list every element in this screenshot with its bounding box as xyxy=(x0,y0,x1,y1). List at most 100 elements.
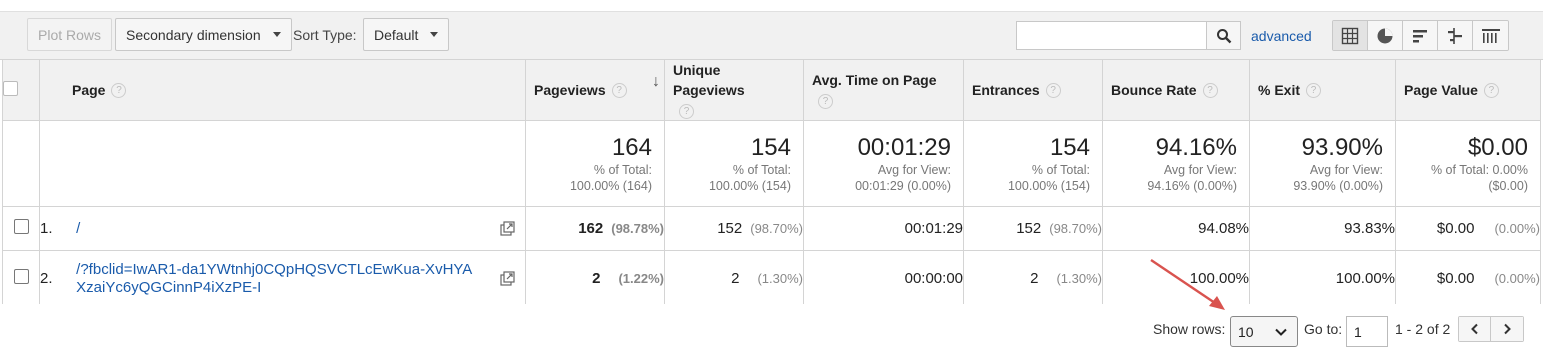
page-value-pct: (0.00%) xyxy=(1494,271,1540,286)
unique-cell: 152 (98.70%) xyxy=(664,206,804,251)
help-icon[interactable]: ? xyxy=(1202,83,1218,99)
table-view-button[interactable] xyxy=(1333,21,1368,50)
sort-type-value: Default xyxy=(374,26,419,43)
row-checkbox-cell xyxy=(2,206,40,251)
help-icon[interactable]: ? xyxy=(818,93,833,109)
header-page[interactable]: Page? xyxy=(39,59,526,121)
header-entrances[interactable]: Entrances? xyxy=(963,59,1103,121)
pagination-footer: Show rows: 10 Go to: 1 1 - 2 of 2 xyxy=(0,304,1543,348)
chevron-left-icon xyxy=(1470,323,1478,335)
header-pageviews[interactable]: Pageviews? ↓ xyxy=(525,59,665,121)
total-value: 164 xyxy=(611,133,652,161)
help-icon[interactable]: ? xyxy=(111,83,127,99)
entrances-cell: 2 (1.30%) xyxy=(963,250,1103,307)
unique-value: 2 xyxy=(731,270,740,287)
advanced-link[interactable]: advanced xyxy=(1251,28,1312,44)
unique-pct: (1.30%) xyxy=(757,271,803,286)
page-link[interactable]: / xyxy=(76,220,481,238)
comparison-view-button[interactable] xyxy=(1438,21,1473,50)
page-value: $0.00 xyxy=(1436,220,1475,237)
exit-value: 100.00% xyxy=(1335,270,1395,287)
header-exit[interactable]: % Exit? xyxy=(1249,59,1396,121)
sort-descending-icon: ↓ xyxy=(652,72,660,90)
help-icon[interactable]: ? xyxy=(1483,83,1499,99)
avg-time-value: 00:00:00 xyxy=(904,270,963,287)
total-value: 154 xyxy=(750,133,791,161)
open-page-icon[interactable] xyxy=(500,270,515,286)
select-all-checkbox[interactable] xyxy=(3,81,18,96)
entrances-value: 2 xyxy=(1030,270,1039,287)
goto-label: Go to: xyxy=(1304,321,1343,337)
page-value: $0.00 xyxy=(1436,270,1475,287)
page-cell: 1. / xyxy=(39,206,526,251)
total-sub: Avg for View: xyxy=(877,162,951,177)
help-icon[interactable]: ? xyxy=(679,103,694,119)
search-button[interactable] xyxy=(1206,22,1240,49)
goto-page-input[interactable]: 1 xyxy=(1346,316,1388,347)
total-sub: 93.90% (0.00%) xyxy=(1293,178,1383,193)
bounce-cell: 100.00% xyxy=(1102,250,1250,307)
help-icon[interactable]: ? xyxy=(611,83,627,99)
total-sub: 100.00% (154) xyxy=(708,178,791,193)
bounce-value: 100.00% xyxy=(1189,270,1249,287)
row-range: 1 - 2 of 2 xyxy=(1395,321,1451,337)
pie-view-button[interactable] xyxy=(1368,21,1403,50)
page-link[interactable]: /?fbclid=IwAR1-da1YWtnhj0CQpHQSVCTLcEwKu… xyxy=(76,261,481,297)
plot-rows-button[interactable]: Plot Rows xyxy=(27,18,113,51)
total-bounce-rate: 94.16% Avg for View: 94.16% (0.00%) xyxy=(1102,120,1250,207)
pager xyxy=(1458,316,1524,342)
total-entrances: 154 % of Total: 100.00% (154) xyxy=(963,120,1103,207)
search-icon xyxy=(1216,28,1231,43)
chevron-right-icon xyxy=(1504,323,1511,335)
secondary-dimension-dropdown[interactable]: Secondary dimension xyxy=(115,18,292,51)
total-avg-time: 00:01:29 Avg for View: 00:01:29 (0.00%) xyxy=(803,120,964,207)
avg-time-cell: 00:00:00 xyxy=(803,250,964,307)
select-all-cell xyxy=(2,59,40,121)
exit-cell: 93.83% xyxy=(1249,206,1396,251)
totals-empty-cell xyxy=(39,120,526,207)
row-rank: 1. xyxy=(40,219,53,237)
total-unique-pageviews: 154 % of Total: 100.00% (154) xyxy=(664,120,804,207)
next-page-button[interactable] xyxy=(1491,317,1523,341)
header-exit-label: % Exit xyxy=(1258,81,1301,98)
sort-type-label: Sort Type: xyxy=(293,27,357,43)
chevron-down-icon xyxy=(1275,328,1287,336)
unique-value: 152 xyxy=(717,220,743,237)
entrances-pct: (98.70%) xyxy=(1049,221,1102,236)
unique-pct: (98.70%) xyxy=(750,221,803,236)
pageviews-cell: 162 (98.78%) xyxy=(525,206,665,251)
header-unique-pageviews[interactable]: Unique Pageviews? xyxy=(664,59,804,121)
table-row: 2. /?fbclid=IwAR1-da1YWtnhj0CQpHQSVCTLcE… xyxy=(2,250,1541,307)
row-checkbox[interactable] xyxy=(13,219,29,234)
row-checkbox[interactable] xyxy=(13,269,29,284)
previous-page-button[interactable] xyxy=(1459,317,1491,341)
pageviews-cell: 2 (1.22%) xyxy=(525,250,665,307)
pivot-view-button[interactable] xyxy=(1473,21,1508,50)
pageviews-pct: (98.78%) xyxy=(611,221,664,236)
help-icon[interactable]: ? xyxy=(1306,83,1322,99)
help-icon[interactable]: ? xyxy=(1045,83,1061,99)
total-value: $0.00 xyxy=(1467,133,1528,161)
performance-view-button[interactable] xyxy=(1403,21,1438,50)
caret-down-icon xyxy=(430,32,439,37)
entrances-cell: 152 (98.70%) xyxy=(963,206,1103,251)
total-value: 154 xyxy=(1049,133,1090,161)
total-sub: Avg for View: xyxy=(1309,162,1383,177)
header-avg-time[interactable]: Avg. Time on Page? xyxy=(803,59,964,121)
total-sub: % of Total: xyxy=(593,162,652,177)
search-input[interactable] xyxy=(1017,22,1207,49)
totals-empty-cell xyxy=(2,120,40,207)
open-page-icon[interactable] xyxy=(500,220,515,236)
header-page-label: Page xyxy=(72,81,106,98)
header-entrances-label: Entrances xyxy=(972,81,1040,98)
header-bounce-rate[interactable]: Bounce Rate? xyxy=(1102,59,1250,121)
show-rows-select[interactable]: 10 xyxy=(1230,316,1298,347)
caret-down-icon xyxy=(272,32,281,37)
header-page-value[interactable]: Page Value? xyxy=(1395,59,1541,121)
total-sub: 00:01:29 (0.00%) xyxy=(855,178,951,193)
totals-row: 164 % of Total: 100.00% (164) 154 % of T… xyxy=(2,120,1541,207)
total-page-value: $0.00 % of Total: 0.00% ($0.00) xyxy=(1395,120,1541,207)
table-header-row: Page? Pageviews? ↓ Unique Pageviews? Avg… xyxy=(2,59,1541,121)
sort-type-dropdown[interactable]: Default xyxy=(363,18,450,51)
total-pageviews: 164 % of Total: 100.00% (164) xyxy=(525,120,665,207)
